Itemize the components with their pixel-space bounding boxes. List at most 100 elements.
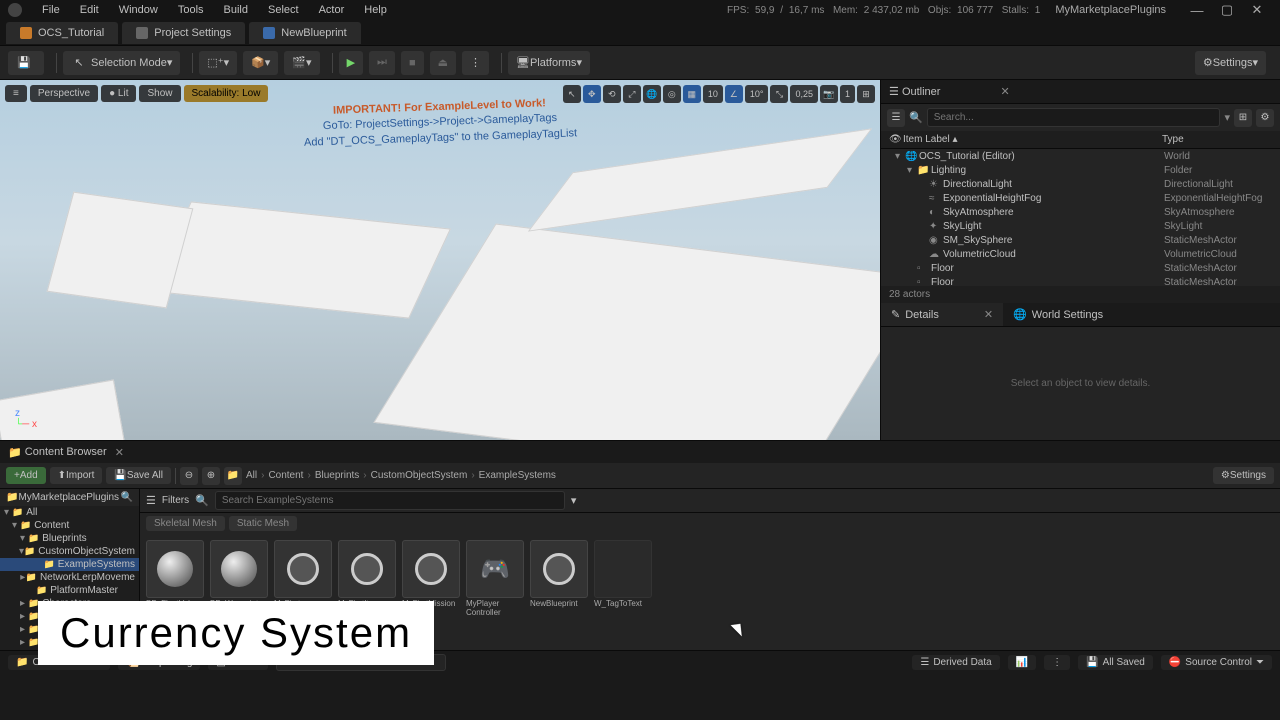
close-icon[interactable]: ✕ bbox=[1000, 85, 1009, 98]
all-saved-button[interactable]: 💾 All Saved bbox=[1078, 655, 1153, 670]
viewport-menu-button[interactable]: ≡ bbox=[5, 85, 27, 102]
close-button[interactable]: ✕ bbox=[1242, 2, 1272, 18]
asset-tile[interactable]: 🎮MyPlayer Controller bbox=[466, 540, 524, 644]
marketplace-button[interactable]: 📦 ▾ bbox=[243, 51, 278, 75]
outliner-row[interactable]: ▫FloorStaticMeshActor bbox=[881, 261, 1280, 275]
vp-angle-snap-button[interactable]: ∠ bbox=[725, 85, 743, 103]
source-tree-item[interactable]: ▾📁Blueprints bbox=[0, 532, 139, 545]
add-content-button[interactable]: ⬚⁺ ▾ bbox=[199, 51, 237, 75]
minimize-button[interactable]: — bbox=[1182, 3, 1212, 18]
tab-newblueprint[interactable]: NewBlueprint bbox=[249, 22, 360, 44]
vp-grid-value[interactable]: 10 bbox=[703, 85, 723, 103]
derived-data-button[interactable]: ☰ Derived Data bbox=[912, 655, 999, 670]
outliner-row[interactable]: ◉SM_SkySphereStaticMeshActor bbox=[881, 233, 1280, 247]
cb-settings-button[interactable]: ⚙ Settings bbox=[1213, 467, 1274, 484]
play-options-button[interactable]: ⋮ bbox=[462, 51, 489, 75]
vp-scale-button[interactable]: ⤢ bbox=[623, 85, 641, 103]
save-button[interactable]: 💾 bbox=[8, 51, 44, 75]
menu-edit[interactable]: Edit bbox=[70, 4, 109, 16]
outliner-filter-button[interactable]: ☰ bbox=[887, 109, 905, 127]
tab-ocs_tutorial[interactable]: OCS_Tutorial bbox=[6, 22, 118, 44]
outliner-row[interactable]: ▾📁LightingFolder bbox=[881, 163, 1280, 177]
eject-button[interactable]: ⏏ bbox=[430, 51, 456, 75]
skip-button[interactable]: ⏭ bbox=[369, 51, 395, 75]
viewport-scalability-warning[interactable]: Scalability: Low bbox=[184, 85, 269, 102]
cinematics-button[interactable]: 🎬 ▾ bbox=[284, 51, 319, 75]
vp-camera-value[interactable]: 1 bbox=[840, 85, 855, 103]
outliner-row[interactable]: ▾🌐OCS_Tutorial (Editor)World bbox=[881, 149, 1280, 163]
vp-translate-button[interactable]: ✥ bbox=[583, 85, 601, 103]
cb-history-fwd[interactable]: ⊕ bbox=[202, 467, 220, 485]
asset-tile[interactable]: W_TagToText bbox=[594, 540, 652, 644]
cb-folder-button[interactable]: 📁 bbox=[224, 467, 242, 485]
outliner-gear-button[interactable]: ⚙ bbox=[1256, 109, 1274, 127]
menu-select[interactable]: Select bbox=[258, 4, 309, 16]
stop-button[interactable]: ■ bbox=[401, 51, 424, 75]
breadcrumb-item[interactable]: Blueprints bbox=[315, 470, 359, 481]
breadcrumb-item[interactable]: ExampleSystems bbox=[479, 470, 556, 481]
chevron-down-icon[interactable]: ▾ bbox=[571, 494, 577, 507]
vp-rotate-button[interactable]: ⟲ bbox=[603, 85, 621, 103]
level-viewport[interactable]: ≡ Perspective ● Lit Show Scalability: Lo… bbox=[0, 80, 880, 440]
close-icon[interactable]: ✕ bbox=[115, 446, 124, 459]
viewport-perspective-button[interactable]: Perspective bbox=[30, 85, 98, 102]
tab-project-settings[interactable]: Project Settings bbox=[122, 22, 245, 44]
stats-icon-button[interactable]: 📊 bbox=[1008, 655, 1036, 670]
more-button[interactable]: ⋮ bbox=[1044, 655, 1070, 670]
outliner-row[interactable]: ☀DirectionalLightDirectionalLight bbox=[881, 177, 1280, 191]
asset-search-input[interactable] bbox=[215, 491, 565, 510]
filter-chip[interactable]: Skeletal Mesh bbox=[146, 516, 225, 531]
vp-world-button[interactable]: 🌐 bbox=[643, 85, 661, 103]
outliner-settings-button[interactable]: ⊞ bbox=[1234, 109, 1252, 127]
menu-build[interactable]: Build bbox=[214, 4, 258, 16]
chevron-down-icon[interactable]: ▾ bbox=[1224, 111, 1230, 124]
vp-scale-snap-button[interactable]: ⤡ bbox=[770, 85, 788, 103]
viewport-show-button[interactable]: Show bbox=[139, 85, 180, 102]
eye-icon[interactable]: 👁 bbox=[889, 134, 903, 145]
play-button[interactable]: ▶ bbox=[339, 51, 363, 75]
close-icon[interactable]: ✕ bbox=[984, 308, 993, 321]
asset-tile[interactable]: NewBlueprint bbox=[530, 540, 588, 644]
platforms-dropdown[interactable]: 🖥 Platforms ▾ bbox=[508, 51, 590, 75]
source-tree-item[interactable]: ▾📁Content bbox=[0, 519, 139, 532]
source-tree-item[interactable]: ▾📁CustomObjectSystem bbox=[0, 545, 139, 558]
source-control-button[interactable]: ⛔ Source Control ⏷ bbox=[1161, 655, 1272, 670]
filter-icon[interactable]: ☰ bbox=[146, 494, 156, 507]
filter-chip[interactable]: Static Mesh bbox=[229, 516, 297, 531]
breadcrumb-item[interactable]: CustomObjectSystem bbox=[371, 470, 468, 481]
menu-tools[interactable]: Tools bbox=[168, 4, 214, 16]
source-tree-item[interactable]: ▸📁NetworkLerpMoveme bbox=[0, 571, 139, 584]
outliner-row[interactable]: ✦SkyLightSkyLight bbox=[881, 219, 1280, 233]
details-tab[interactable]: ✎Details✕ bbox=[881, 303, 1003, 326]
maximize-button[interactable]: ▢ bbox=[1212, 2, 1242, 18]
vp-angle-value[interactable]: 10° bbox=[745, 85, 769, 103]
outliner-search-input[interactable] bbox=[927, 108, 1221, 127]
save-all-button[interactable]: 💾 Save All bbox=[106, 467, 171, 484]
world-settings-tab[interactable]: 🌐World Settings bbox=[1003, 303, 1113, 326]
source-tree-item[interactable]: 📁PlatformMaster bbox=[0, 584, 139, 597]
menu-window[interactable]: Window bbox=[109, 4, 168, 16]
content-browser-tab[interactable]: 📁 Content Browser ✕ bbox=[0, 441, 1280, 463]
add-button[interactable]: + Add bbox=[6, 467, 46, 484]
menu-file[interactable]: File bbox=[32, 4, 70, 16]
source-tree-item[interactable]: 📁ExampleSystems bbox=[0, 558, 139, 571]
vp-maximize-button[interactable]: ⊞ bbox=[857, 85, 875, 103]
mode-dropdown[interactable]: ↖Selection Mode ▾ bbox=[63, 51, 180, 75]
settings-dropdown[interactable]: ⚙ Settings ▾ bbox=[1195, 51, 1266, 75]
cb-history-back[interactable]: ⊖ bbox=[180, 467, 198, 485]
breadcrumb-item[interactable]: Content bbox=[268, 470, 303, 481]
outliner-row[interactable]: ▫FloorStaticMeshActor bbox=[881, 275, 1280, 286]
vp-scale-value[interactable]: 0,25 bbox=[790, 85, 818, 103]
menu-help[interactable]: Help bbox=[354, 4, 397, 16]
import-button[interactable]: ⬆ Import bbox=[50, 467, 103, 484]
breadcrumb-item[interactable]: All bbox=[246, 470, 257, 481]
vp-snap-surface-button[interactable]: ◎ bbox=[663, 85, 681, 103]
vp-camera-speed-button[interactable]: 📷 bbox=[820, 85, 838, 103]
viewport-lit-button[interactable]: ● Lit bbox=[101, 85, 136, 102]
menu-actor[interactable]: Actor bbox=[309, 4, 355, 16]
source-tree-item[interactable]: ▾📁All bbox=[0, 506, 139, 519]
vp-grid-snap-button[interactable]: ▦ bbox=[683, 85, 701, 103]
outliner-row[interactable]: ☁VolumetricCloudVolumetricCloud bbox=[881, 247, 1280, 261]
outliner-row[interactable]: ◐SkyAtmosphereSkyAtmosphere bbox=[881, 205, 1280, 219]
outliner-tab[interactable]: ☰ Outliner ✕ bbox=[881, 80, 1280, 104]
